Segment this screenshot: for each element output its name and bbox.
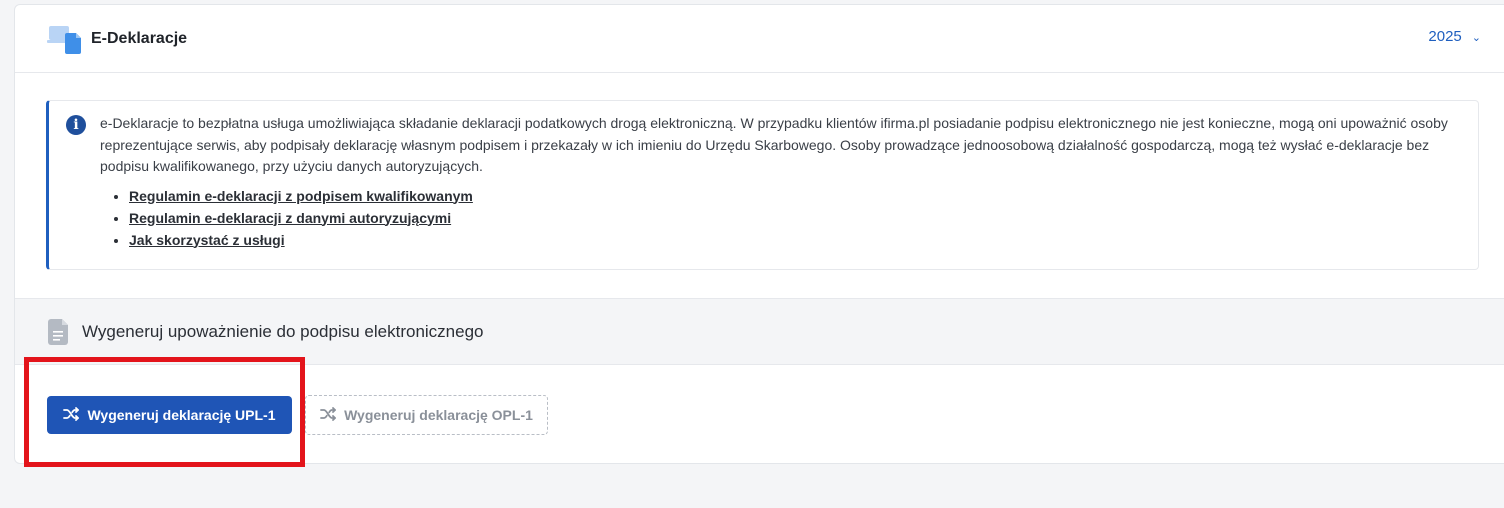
- info-icon: i: [66, 115, 86, 135]
- generate-opl1-label: Wygeneruj deklarację OPL-1: [344, 407, 533, 423]
- year-value: 2025: [1428, 28, 1462, 45]
- section-header: Wygeneruj upoważnienie do podpisu elektr…: [15, 298, 1504, 365]
- document-icon: [48, 318, 70, 345]
- list-item: Jak skorzystać z usługi: [129, 229, 1458, 251]
- card-header: E-Deklaracje 2025 ⌄: [15, 5, 1504, 73]
- page-title: E-Deklaracje: [91, 29, 188, 47]
- info-text: e-Deklaracje to bezpłatna usługa umożliw…: [100, 115, 1448, 174]
- info-box: i e-Deklaracje to bezpłatna usługa umożl…: [46, 100, 1479, 270]
- list-item: Regulamin e-deklaracji z podpisem kwalif…: [129, 185, 1458, 207]
- link-regulamin-autoryzujace[interactable]: Regulamin e-deklaracji z danymi autoryzu…: [129, 210, 451, 226]
- list-item: Regulamin e-deklaracji z danymi autoryzu…: [129, 207, 1458, 229]
- devices-icon: [47, 24, 81, 54]
- highlight-box: [24, 357, 305, 467]
- year-select[interactable]: 2025 ⌄: [1428, 28, 1481, 45]
- info-links: Regulamin e-deklaracji z podpisem kwalif…: [100, 185, 1458, 251]
- link-jak-skorzystac[interactable]: Jak skorzystać z usługi: [129, 232, 285, 248]
- shuffle-icon: [320, 406, 336, 424]
- generate-opl1-button[interactable]: Wygeneruj deklarację OPL-1: [305, 395, 548, 435]
- chevron-down-icon: ⌄: [1471, 32, 1481, 44]
- link-regulamin-kwalifikowany[interactable]: Regulamin e-deklaracji z podpisem kwalif…: [129, 188, 473, 204]
- section-title: Wygeneruj upoważnienie do podpisu elektr…: [82, 321, 484, 341]
